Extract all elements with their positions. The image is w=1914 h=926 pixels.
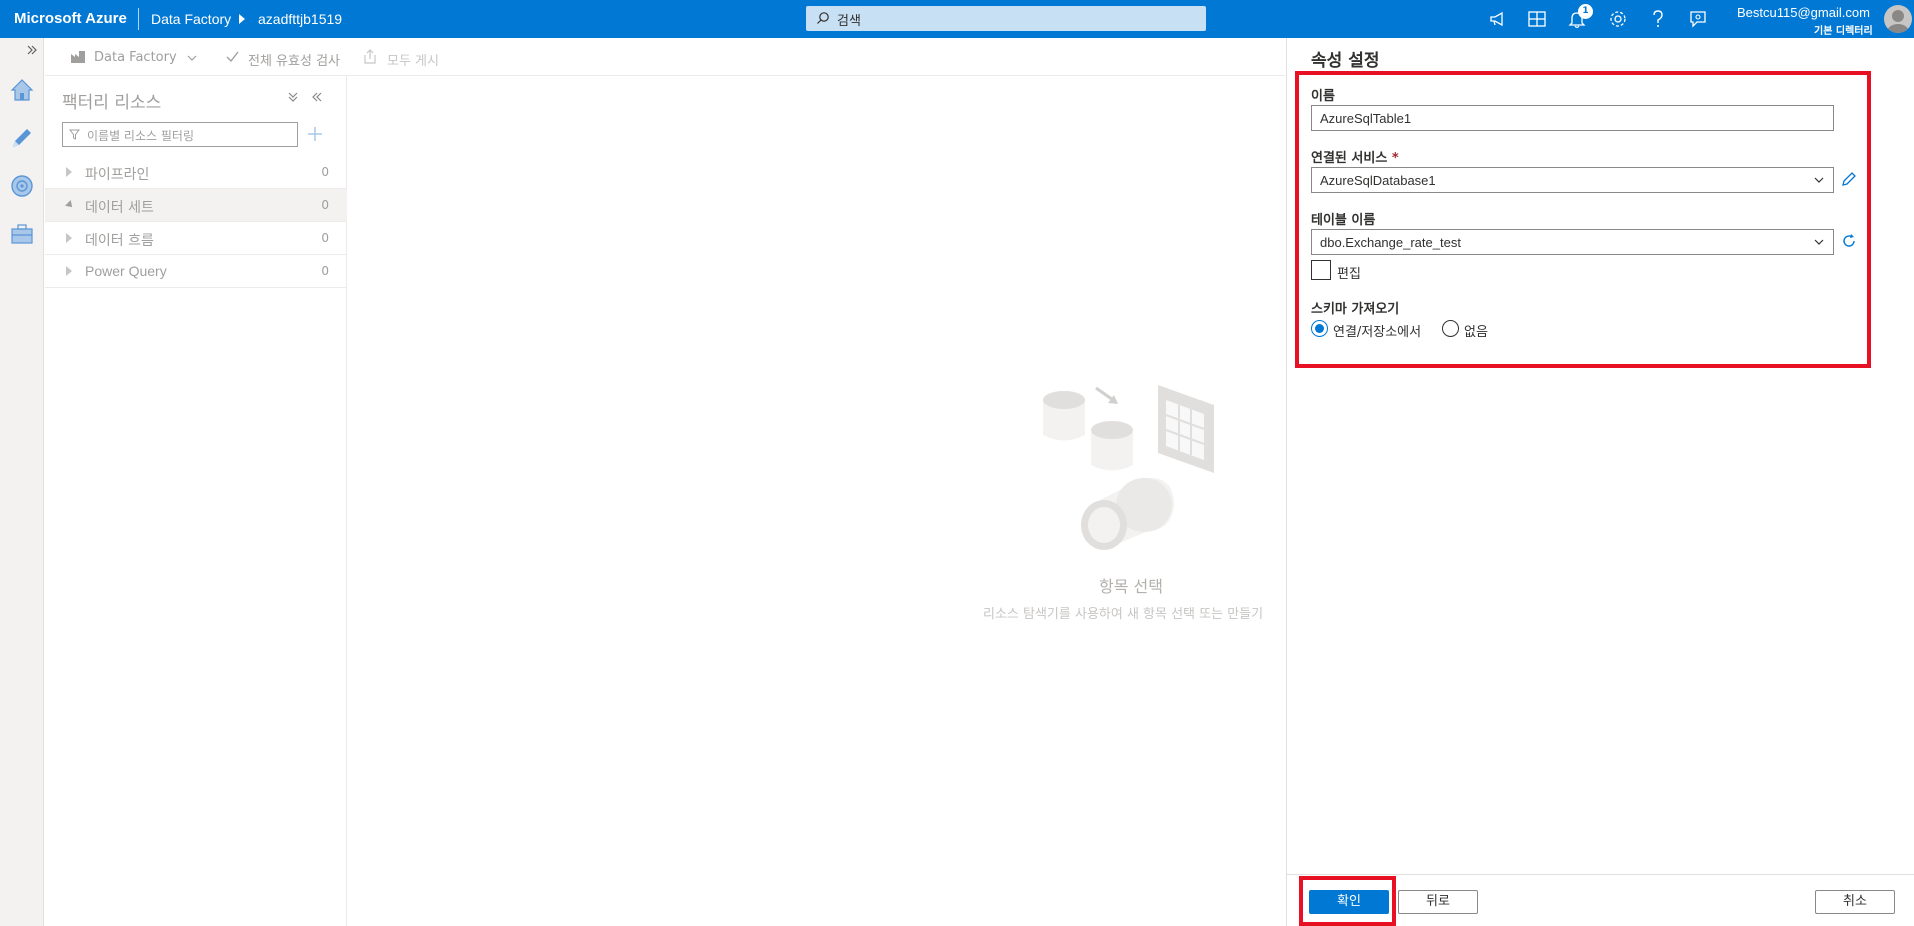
resource-count: 0 [321, 264, 329, 278]
empty-state-title: 항목 선택 [1099, 577, 1163, 596]
empty-state-illustration [1043, 385, 1214, 550]
import-schema-label: 스키마 가져오기 [1311, 302, 1400, 317]
edit-checkbox[interactable] [1311, 260, 1331, 280]
resource-label: 데이터 세트 [85, 200, 154, 216]
table-name-label: 테이블 이름 [1311, 213, 1376, 228]
double-chevron-left-icon[interactable] [311, 91, 323, 103]
brand-separator [138, 8, 139, 30]
ok-button[interactable]: 확인 [1309, 890, 1389, 914]
required-asterisk: * [1391, 151, 1399, 166]
cancel-button[interactable]: 취소 [1815, 890, 1895, 914]
gear-icon[interactable] [1607, 8, 1629, 30]
publish-all-button[interactable]: 모두 게시 [387, 50, 439, 69]
user-directory: 기본 디렉터리 [1814, 26, 1873, 37]
filter-icon [69, 129, 80, 140]
expand-arrow-icon[interactable] [66, 266, 72, 276]
resource-filter-input[interactable]: 이름별 리소스 필터링 [62, 122, 298, 147]
resource-count: 0 [321, 198, 329, 212]
breadcrumb-arrow-icon [239, 14, 245, 24]
resource-row-dataflows[interactable]: 데이터 흐름 0 [45, 222, 347, 255]
expand-arrow-icon[interactable] [66, 233, 72, 243]
top-bar: Microsoft Azure Data Factory azadfttjb15… [0, 0, 1914, 38]
validate-icon [226, 51, 239, 63]
add-resource-icon[interactable] [307, 126, 323, 142]
name-value: AzureSqlTable1 [1320, 111, 1412, 126]
search-input[interactable]: 검색 [806, 6, 1206, 31]
resource-count: 0 [321, 165, 329, 179]
schema-option-label: 없음 [1464, 325, 1488, 340]
avatar[interactable] [1884, 5, 1912, 33]
collapse-arrow-icon[interactable] [65, 200, 75, 210]
factory-dropdown[interactable]: Data Factory [94, 50, 177, 65]
breadcrumb-factory[interactable]: azadfttjb1519 [258, 11, 342, 27]
panel-title: 속성 설정 [1311, 51, 1380, 71]
set-properties-panel: 속성 설정 이름 AzureSqlTable1 연결된 서비스 * AzureS… [1286, 38, 1914, 926]
user-icon [1887, 10, 1909, 33]
resource-row-pipelines[interactable]: 파이프라인 0 [45, 156, 347, 189]
feedback-icon[interactable] [1687, 8, 1709, 30]
schema-radio-none[interactable] [1442, 320, 1459, 337]
resource-row-datasets[interactable]: 데이터 세트 0 [45, 189, 347, 222]
schema-option-label: 연결/저장소에서 [1333, 325, 1422, 340]
linked-service-label: 연결된 서비스 * [1311, 151, 1399, 166]
resource-label: Power Query [85, 263, 167, 279]
validate-all-button[interactable]: 전체 유효성 검사 [248, 50, 340, 69]
table-name-dropdown[interactable]: dbo.Exchange_rate_test [1311, 229, 1834, 255]
publish-icon [364, 49, 376, 64]
user-email[interactable]: Bestcu115@gmail.com [1737, 5, 1870, 20]
toolbox-manage-icon[interactable] [8, 220, 36, 248]
azure-brand[interactable]: Microsoft Azure [14, 10, 127, 27]
chevron-down-icon [1814, 177, 1824, 183]
breadcrumb-service[interactable]: Data Factory [151, 11, 231, 27]
chevron-down-icon[interactable] [187, 54, 197, 62]
monitor-icon[interactable] [8, 172, 36, 200]
search-icon [817, 12, 829, 24]
refresh-icon[interactable] [1840, 232, 1858, 250]
chevron-down-icon [1814, 239, 1824, 245]
footer-divider [1287, 874, 1914, 875]
megaphone-icon[interactable] [1487, 8, 1509, 30]
name-field[interactable]: AzureSqlTable1 [1311, 105, 1834, 131]
schema-radio-from-connection[interactable] [1311, 320, 1328, 337]
filter-placeholder: 이름별 리소스 필터링 [87, 129, 194, 143]
notification-badge: 1 [1578, 4, 1593, 19]
resources-title: 팩터리 리소스 [62, 93, 162, 113]
edit-pencil-icon[interactable] [1840, 170, 1858, 188]
factory-resources-panel: 팩터리 리소스 이름별 리소스 필터링 파이프라인 0 데이터 세트 0 데이터… [45, 76, 347, 926]
table-name-value: dbo.Exchange_rate_test [1320, 235, 1461, 250]
authoring-toolbar: Data Factory 전체 유효성 검사 모두 게시 [45, 38, 1285, 76]
left-rail [0, 38, 44, 926]
portal-switch-icon[interactable] [1526, 8, 1548, 30]
factory-icon [71, 51, 85, 63]
collapse-all-icon[interactable] [288, 91, 298, 103]
name-label: 이름 [1311, 89, 1335, 104]
resource-label: 파이프라인 [85, 167, 150, 183]
double-chevron-right-icon[interactable] [26, 44, 38, 56]
resource-label: 데이터 흐름 [85, 233, 154, 249]
edit-checkbox-label: 편집 [1337, 267, 1361, 282]
search-placeholder: 검색 [837, 14, 861, 29]
expand-arrow-icon[interactable] [66, 167, 72, 177]
resource-row-power-query[interactable]: Power Query 0 [45, 255, 347, 288]
pencil-author-icon[interactable] [8, 124, 36, 152]
resource-count: 0 [321, 231, 329, 245]
empty-state-subtitle: 리소스 탐색기를 사용하여 새 항목 선택 또는 만들기 [983, 607, 1264, 622]
back-button[interactable]: 뒤로 [1398, 890, 1478, 914]
linked-service-value: AzureSqlDatabase1 [1320, 173, 1436, 188]
help-icon[interactable] [1647, 8, 1669, 30]
linked-service-dropdown[interactable]: AzureSqlDatabase1 [1311, 167, 1834, 193]
home-icon[interactable] [8, 76, 36, 104]
